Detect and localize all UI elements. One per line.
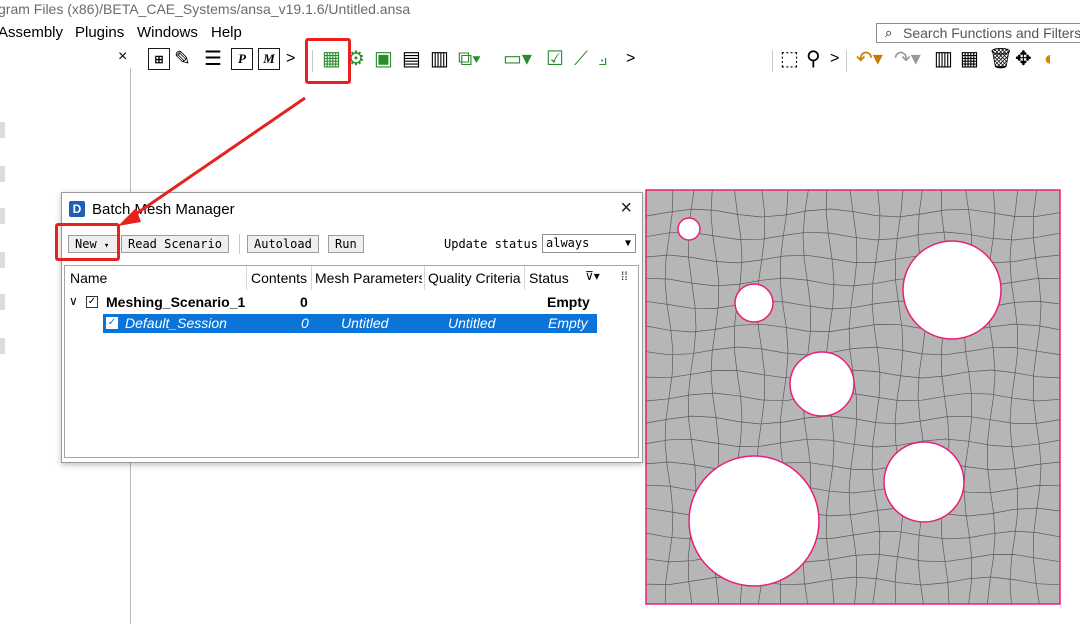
- list-tool-icon[interactable]: ☰: [204, 46, 222, 72]
- panel-item-marker: [0, 294, 5, 310]
- menu-help[interactable]: Help: [211, 24, 242, 41]
- mesh-view[interactable]: [644, 188, 1062, 606]
- chevron-down-icon: ▼: [624, 238, 631, 249]
- redo-icon[interactable]: ↷▾: [894, 46, 921, 72]
- update-status-select[interactable]: always ▼: [542, 234, 636, 253]
- panel-item-marker: [0, 252, 5, 268]
- column-header-status[interactable]: Status: [529, 270, 581, 286]
- m-script-icon[interactable]: M: [258, 48, 280, 70]
- column-header-contents[interactable]: Contents: [251, 270, 309, 286]
- document-icon[interactable]: ▥: [430, 46, 449, 72]
- main-toolbar: × ⊞ ✎ ☰ P M > ▦ ⚙ ▣ ▤ ▥ ⧉▾ ▭▾ ☑ ⟋ ⟓ > ⬚ …: [0, 38, 1080, 84]
- panel-item-marker: [0, 208, 5, 224]
- mesh-hole: [734, 283, 774, 323]
- move-icon[interactable]: ✥: [1015, 46, 1032, 72]
- dialog-close-icon[interactable]: ×: [620, 197, 632, 220]
- menu-plugins[interactable]: Plugins: [75, 24, 124, 41]
- scenario-name[interactable]: Meshing_Scenario_1: [106, 294, 245, 310]
- toolbar-separator-3: [846, 50, 847, 72]
- dialog-title-bar[interactable]: D Batch Mesh Manager ×: [62, 193, 642, 225]
- search-icon: ⌕: [885, 25, 893, 40]
- column-divider: [311, 266, 312, 290]
- run-button[interactable]: Run: [328, 235, 364, 253]
- mesh-hole: [677, 217, 701, 241]
- column-divider: [246, 266, 247, 290]
- dialog-title: Batch Mesh Manager: [92, 201, 235, 218]
- search-box[interactable]: ⌕: [876, 23, 1080, 43]
- session-checkbox[interactable]: ✓: [106, 317, 118, 329]
- toolbar-highlight-frame: [305, 38, 351, 84]
- panel-item-marker: [0, 338, 5, 354]
- p-script-icon[interactable]: P: [231, 48, 253, 70]
- scenario-checkbox[interactable]: ✓: [86, 296, 98, 308]
- menu-windows[interactable]: Windows: [137, 24, 198, 41]
- toolbar-separator-2: [772, 50, 773, 72]
- zoom-icon[interactable]: ⚲: [806, 46, 821, 72]
- scenario-tree[interactable]: Name Contents Mesh Parameters Quality Cr…: [64, 265, 639, 458]
- edit-tool-icon[interactable]: ✎: [174, 46, 191, 72]
- toggle-icon[interactable]: ◐: [1044, 46, 1056, 72]
- brush-icon[interactable]: ⟋: [574, 46, 588, 72]
- panel-close-icon[interactable]: ×: [118, 48, 127, 66]
- column-header-name[interactable]: Name: [70, 270, 240, 286]
- session-quality-criteria: Untitled: [448, 315, 496, 331]
- update-status-label: Update status: [444, 237, 538, 251]
- expand-chevron-icon[interactable]: ∨: [69, 294, 78, 308]
- session-mesh-parameters: Untitled: [341, 315, 389, 331]
- window-title: gram Files (x86)/BETA_CAE_Systems/ansa_v…: [0, 1, 411, 17]
- column-options-icon[interactable]: ⁞⁞: [621, 269, 628, 283]
- new-button-highlight-frame: [55, 223, 120, 261]
- column-header-quality-criteria[interactable]: Quality Criteria: [428, 270, 524, 286]
- window-title-bar: gram Files (x86)/BETA_CAE_Systems/ansa_v…: [0, 0, 1080, 22]
- scenario-status: Empty: [547, 294, 590, 310]
- report-icon[interactable]: ▣: [374, 46, 393, 72]
- toolbar-overflow-icon-2[interactable]: >: [626, 46, 635, 72]
- check-icon[interactable]: ☑: [546, 46, 564, 72]
- session-status: Empty: [548, 315, 588, 331]
- column-divider: [424, 266, 425, 290]
- scenario-contents: 0: [300, 294, 308, 310]
- mesh-hole: [688, 455, 820, 587]
- session-name: Default_Session: [125, 315, 227, 331]
- column-header-mesh-parameters[interactable]: Mesh Parameters: [315, 270, 422, 286]
- column-divider: [524, 266, 525, 290]
- update-status-value: always: [546, 236, 590, 250]
- batch-mesh-manager-dialog: D Batch Mesh Manager × New ▾ Read Scenar…: [55, 192, 643, 463]
- clipboard-icon[interactable]: ▤: [402, 46, 421, 72]
- filter-icon[interactable]: ⊽▾: [585, 269, 600, 283]
- undo-icon[interactable]: ↶▾: [856, 46, 883, 72]
- chart-icon[interactable]: ▥: [934, 46, 953, 72]
- panel-item-marker: [0, 122, 5, 138]
- curve-tool-icon[interactable]: ⟓: [598, 46, 607, 72]
- histogram-icon[interactable]: ▦: [960, 46, 979, 72]
- mesh-hole: [902, 240, 1002, 340]
- menu-bar: Assembly Plugins Windows Help: [0, 22, 870, 44]
- toolbar-overflow-icon-3[interactable]: >: [830, 46, 839, 72]
- grid-tool-icon[interactable]: ⊞: [148, 48, 170, 70]
- panel-item-marker: [0, 166, 5, 182]
- read-scenario-button[interactable]: Read Scenario: [121, 235, 229, 253]
- zoom-fit-icon[interactable]: ⬚: [780, 46, 799, 72]
- toolbar-overflow-icon[interactable]: >: [286, 46, 295, 72]
- session-row-selected[interactable]: ✓ Default_Session 0 Untitled Untitled Em…: [103, 314, 597, 333]
- mesh-hole: [789, 351, 855, 417]
- ansa-logo-icon: D: [69, 201, 85, 217]
- search-input[interactable]: [903, 24, 1080, 42]
- menu-assembly[interactable]: Assembly: [0, 24, 63, 41]
- copy-dropdown-icon[interactable]: ⧉▾: [458, 46, 481, 72]
- mesh-hole: [883, 441, 965, 523]
- display-dropdown-icon[interactable]: ▭▾: [503, 46, 532, 72]
- session-contents: 0: [301, 315, 309, 331]
- dialog-toolbar-separator: [239, 234, 240, 254]
- delete-icon[interactable]: 🗑: [988, 46, 1013, 72]
- autoload-button[interactable]: Autoload: [247, 235, 319, 253]
